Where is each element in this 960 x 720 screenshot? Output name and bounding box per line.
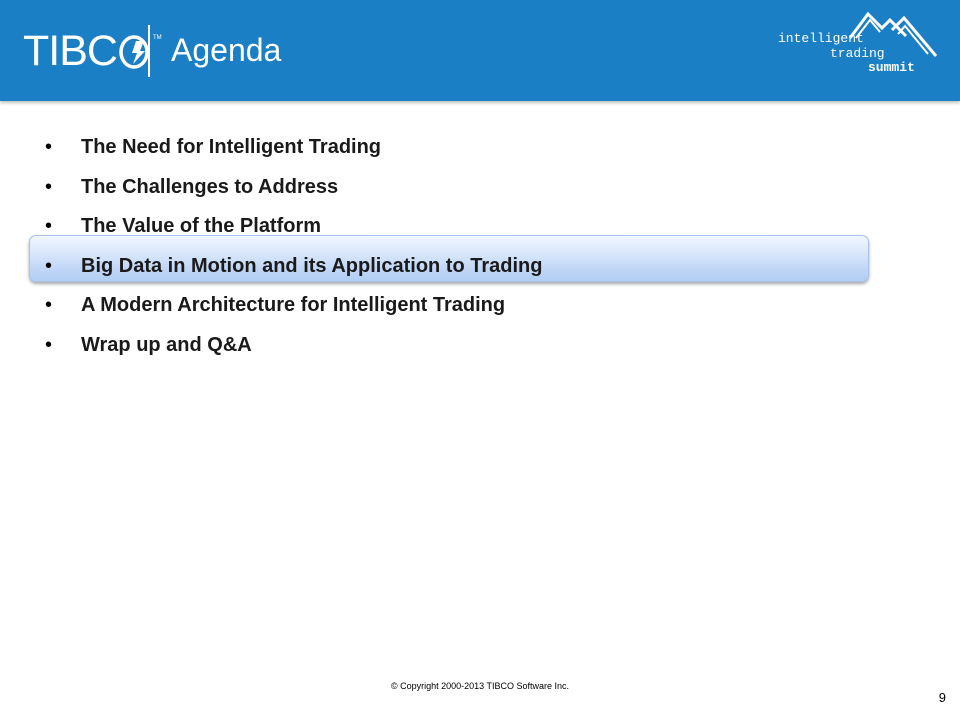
agenda-item-label: Big Data in Motion and its Application t… [81,254,543,277]
tibco-logo: TIBC TM [23,27,162,77]
header-divider [148,25,150,77]
agenda-item-label: A Modern Architecture for Intelligent Tr… [81,294,506,316]
summit-text-intelligent: intelligent [778,31,864,46]
bullet: • [45,254,53,277]
agenda-item-label: Wrap up and Q&A [81,333,252,356]
bullet: • [45,136,53,158]
summit-text-summit: summit [868,60,915,75]
agenda-list: • The Need for Intelligent Trading • The… [0,128,960,365]
agenda-item: • The Challenges to Address [0,168,960,208]
agenda-item-label: The Value of the Platform [81,215,322,237]
agenda-item-label: The Challenges to Address [81,175,339,198]
logo-wordmark: TIBC [23,27,118,75]
agenda-item: • A Modern Architecture for Intelligent … [0,286,960,326]
agenda-item: • The Value of the Platform [0,207,960,247]
page-number: 9 [938,690,946,705]
page-title: Agenda [171,32,282,68]
agenda-item: • The Need for Intelligent Trading [0,128,960,168]
bullet: • [45,294,53,316]
bullet: • [45,333,53,356]
slide: TIBC TM Agenda intelligent trading summi… [0,0,960,720]
summit-logo: intelligent trading summit [770,8,950,88]
agenda-item: • Wrap up and Q&A [0,326,960,366]
copyright-notice: © Copyright 2000-2013 TIBCO Software Inc… [390,681,570,691]
agenda-item-label: The Need for Intelligent Trading [81,136,382,158]
logo-o-icon [118,27,152,75]
header-bar: TIBC TM Agenda intelligent trading summi… [0,0,960,101]
summit-text-trading: trading [830,46,885,61]
logo-trademark: TM [152,35,162,41]
bullet: • [45,175,53,198]
agenda-item-current: • Big Data in Motion and its Application… [0,247,960,287]
bullet: • [45,215,53,237]
